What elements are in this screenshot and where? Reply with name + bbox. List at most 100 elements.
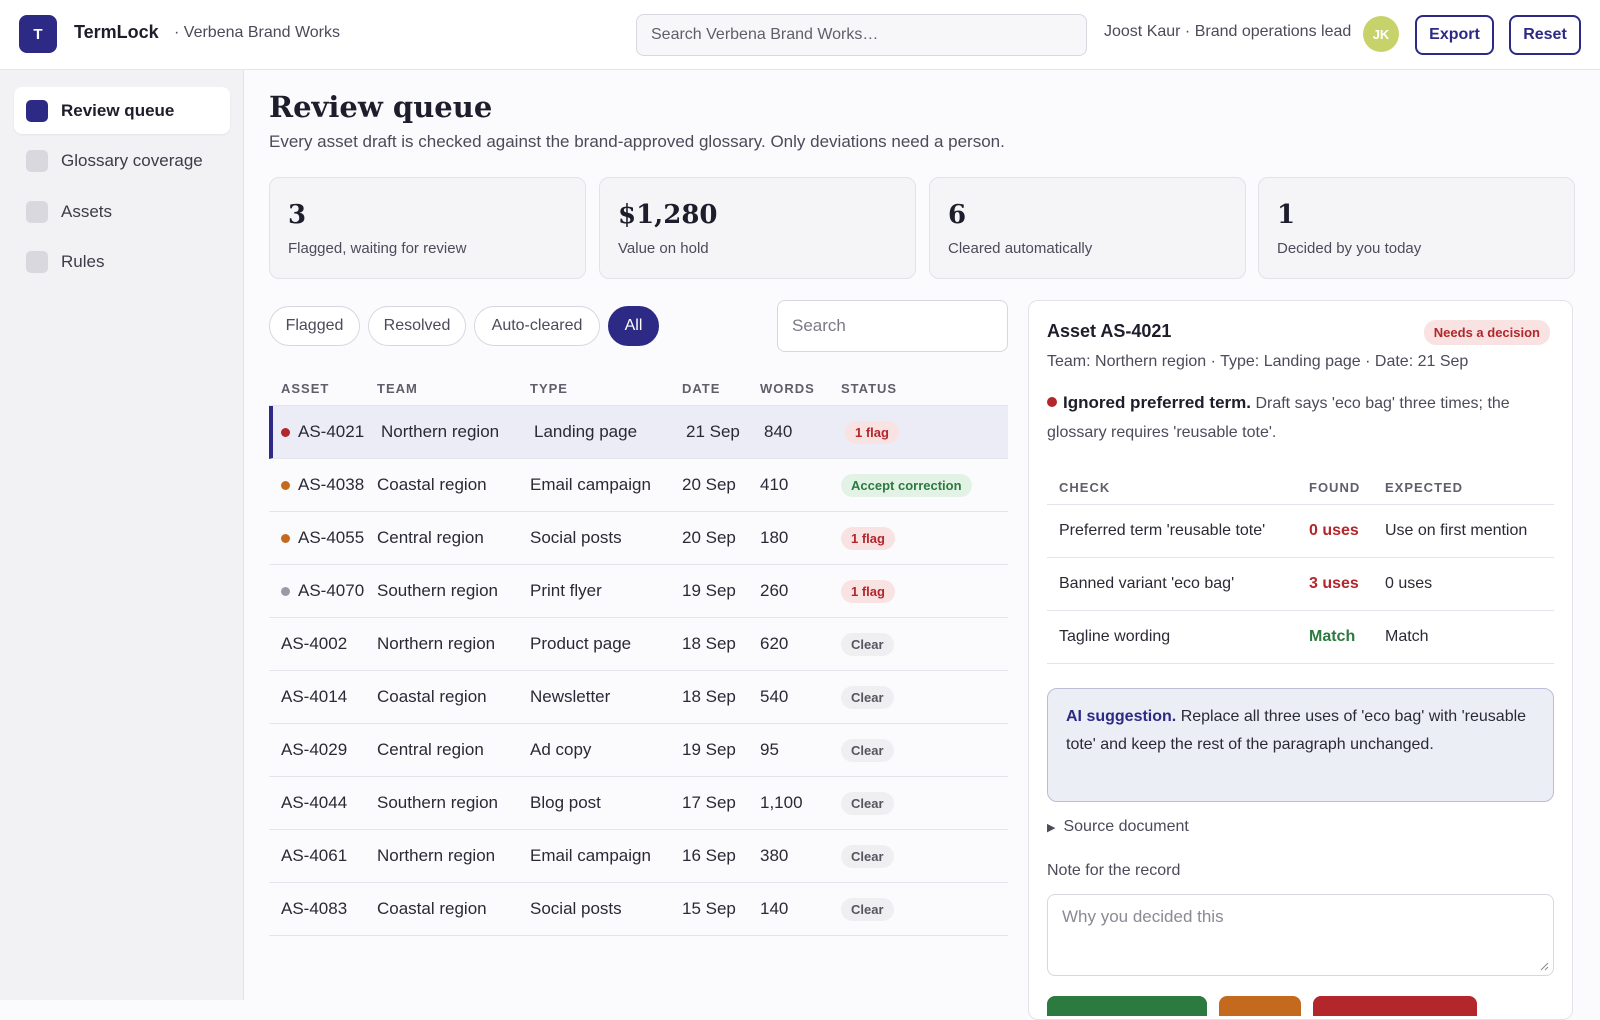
sidebar-item-label: Rules [61, 251, 105, 271]
column-header[interactable]: TEAM [377, 381, 530, 396]
cell-team: Coastal region [377, 687, 487, 706]
check-row: Banned variant 'eco bag' 3 uses 0 uses [1047, 558, 1554, 611]
filter-resolved[interactable]: Resolved [368, 306, 466, 346]
table-row[interactable]: AS-4029 Central region Ad copy 19 Sep 95 Clea… [269, 724, 1008, 777]
table-row[interactable]: AS-4070 Southern region Print flyer 19 Sep 2… [269, 565, 1008, 618]
column-header[interactable]: TYPE [530, 381, 682, 396]
column-header[interactable]: ASSET [269, 381, 377, 396]
stat-label: Value on hold [618, 240, 709, 257]
cell-type: Ad copy [530, 740, 592, 759]
app-logo: T [19, 15, 57, 53]
column-header: EXPECTED [1385, 480, 1464, 495]
filter-all[interactable]: All [608, 306, 659, 346]
cell-type: Email campaign [530, 846, 651, 865]
cell-asset: AS-4021 [273, 422, 381, 442]
stat-card-value-on-hold: $1,280 Value on hold [599, 177, 916, 279]
cell-asset: AS-4002 [269, 634, 377, 654]
filter-auto-cleared[interactable]: Auto-cleared [474, 306, 600, 346]
resize-grip-icon[interactable] [1539, 961, 1549, 971]
cell-date: 19 Sep [682, 740, 736, 759]
source-document-toggle[interactable]: ▶ Source document [1047, 818, 1189, 836]
table-row[interactable]: AS-4061 Northern region Email campaign 16 S… [269, 830, 1008, 883]
cell-words: 260 [760, 581, 789, 600]
cell-words: 140 [760, 899, 789, 918]
cell-team: Southern region [377, 793, 498, 812]
reject-button[interactable] [1313, 996, 1477, 1016]
sidebar-item-glossary-coverage[interactable]: Glossary coverage [14, 137, 230, 184]
stat-value: 1 [1277, 200, 1296, 230]
status-dot-icon [281, 533, 290, 543]
asset-id: AS-4055 [298, 528, 365, 547]
workspace-name: · Verbena Brand Works [174, 24, 341, 41]
cell-type: Newsletter [530, 687, 611, 706]
cell-status: Clear [841, 685, 1008, 709]
stat-label: Cleared automatically [948, 240, 1093, 257]
asset-id: AS-4038 [298, 475, 365, 494]
status-badge: Needs a decision [1423, 320, 1550, 345]
sidebar-item-assets[interactable]: Assets [14, 188, 230, 235]
stat-card-cleared: 6 Cleared automatically [929, 177, 1246, 279]
detail-title: Asset AS-4021 [1047, 321, 1172, 341]
cell-team: Northern region [381, 422, 500, 441]
column-header[interactable]: STATUS [841, 381, 1008, 396]
issue-title: Ignored preferred term. [1063, 393, 1251, 412]
cell-date: 19 Sep [682, 581, 736, 600]
page-subtitle: Every asset draft is checked against the… [269, 132, 1005, 151]
table-row[interactable]: AS-4021 Northern region Landing page 21 Sep… [269, 406, 1008, 459]
check-expected: Use on first mention [1385, 522, 1528, 539]
asset-id: AS-4002 [281, 634, 348, 653]
table-row[interactable]: AS-4044 Southern region Blog post 17 Sep 1,1… [269, 777, 1008, 830]
cell-team: Northern region [377, 634, 496, 653]
cell-words: 180 [760, 528, 789, 547]
note-label: Note for the record [1047, 862, 1181, 879]
cell-date: 15 Sep [682, 899, 736, 918]
column-header[interactable]: DATE [682, 381, 760, 396]
cell-date: 16 Sep [682, 846, 736, 865]
accept-correction-button[interactable] [1219, 996, 1301, 1016]
status-badge: 1 flag [845, 420, 899, 444]
issue-summary: Ignored preferred term. Draft says 'eco … [1047, 388, 1547, 447]
column-header[interactable]: WORDS [760, 381, 841, 396]
cell-type: Email campaign [530, 475, 651, 494]
note-field[interactable]: Why you decided this [1047, 894, 1554, 976]
cell-asset: AS-4038 [269, 475, 377, 495]
ai-label: AI suggestion. [1066, 708, 1177, 725]
cell-status: 1 flag [845, 420, 1008, 444]
table-row[interactable]: AS-4038 Coastal region Email campaign 20 Se… [269, 459, 1008, 512]
status-dot-icon [281, 480, 290, 490]
reset-button[interactable]: Reset [1509, 15, 1581, 55]
cell-status: Clear [841, 738, 1008, 762]
check-name: Preferred term 'reusable tote' [1059, 522, 1266, 539]
table-header: ASSET TEAM TYPE DATE WORDS STATUS [269, 372, 1008, 406]
cell-asset: AS-4083 [269, 899, 377, 919]
sidebar-item-rules[interactable]: Rules [14, 238, 230, 285]
table-row[interactable]: AS-4014 Coastal region Newsletter 18 Sep 540… [269, 671, 1008, 724]
export-button[interactable]: Export [1415, 15, 1494, 55]
avatar[interactable]: JK [1363, 16, 1399, 52]
global-search-input[interactable]: Search Verbena Brand Works… [636, 14, 1087, 56]
status-badge: Clear [841, 632, 894, 656]
cell-status: Clear [841, 791, 1008, 815]
status-badge: Clear [841, 738, 894, 762]
table-body: AS-4021 Northern region Landing page 21 Sep… [269, 406, 1008, 936]
status-badge: Accept correction [841, 473, 972, 497]
column-header: FOUND [1309, 480, 1361, 495]
cell-asset: AS-4029 [269, 740, 377, 760]
review-table: ASSET TEAM TYPE DATE WORDS STATUS AS-402… [269, 372, 1008, 936]
queue-search-input[interactable]: Search [777, 300, 1008, 352]
table-row[interactable]: AS-4002 Northern region Product page 18 Sep… [269, 618, 1008, 671]
note-placeholder: Why you decided this [1062, 907, 1224, 926]
table-row[interactable]: AS-4083 Coastal region Social posts 15 Sep 1… [269, 883, 1008, 936]
source-label: Source document [1063, 818, 1189, 835]
table-row[interactable]: AS-4055 Central region Social posts 20 Sep 1… [269, 512, 1008, 565]
issue-dot-icon [1047, 397, 1057, 407]
status-badge: 1 flag [841, 526, 895, 550]
sidebar-item-review-queue[interactable]: Review queue [14, 87, 230, 134]
filter-flagged[interactable]: Flagged [269, 306, 360, 346]
cell-date: 18 Sep [682, 687, 736, 706]
asset-id: AS-4014 [281, 687, 348, 706]
status-badge: 1 flag [841, 579, 895, 603]
cell-date: 21 Sep [686, 422, 740, 441]
cell-status: Clear [841, 897, 1008, 921]
approve-button[interactable] [1047, 996, 1207, 1016]
